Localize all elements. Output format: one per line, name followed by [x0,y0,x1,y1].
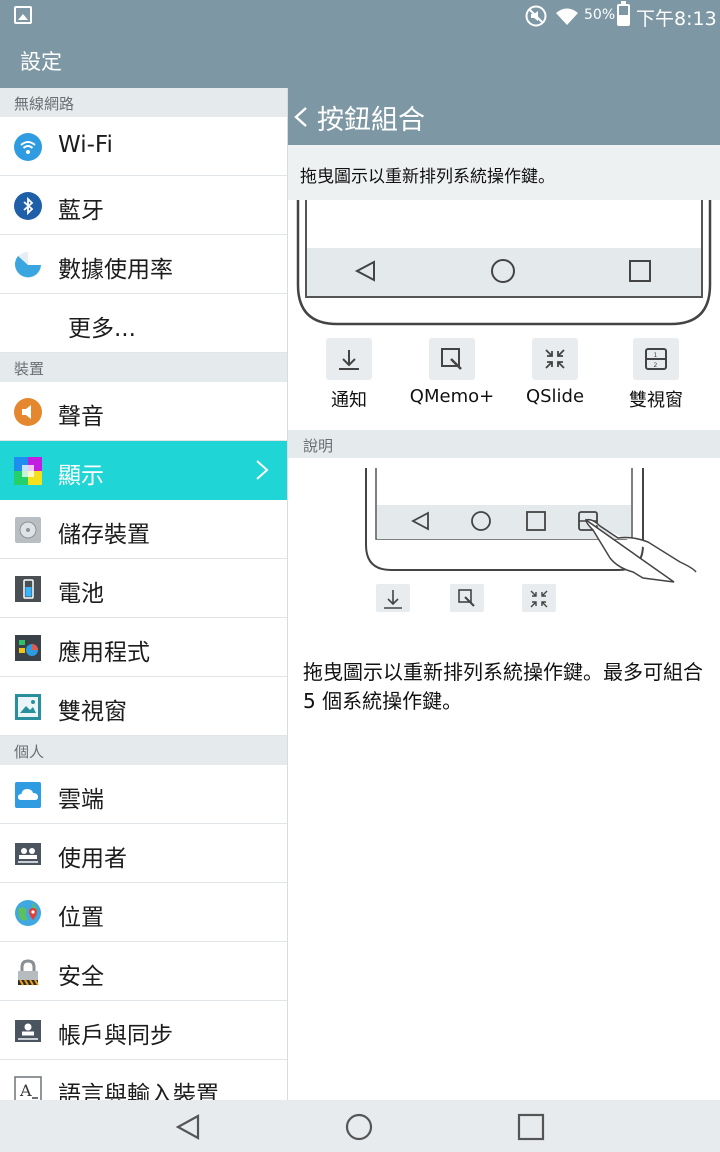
settings-item-sound[interactable]: 聲音 [0,382,287,441]
svg-text:A: A [19,1081,32,1100]
settings-item-language-input[interactable]: A 語言與輸入裝置 [0,1060,287,1100]
settings-item-label: 儲存裝置 [58,522,150,548]
qmemo-tile[interactable] [429,338,475,380]
qslide-icon [545,349,565,369]
wifi-icon [556,8,578,25]
apps-icon [15,635,41,661]
settings-item-dual-window[interactable]: 雙視窗 [0,677,287,736]
button-caption: 雙視窗 [629,390,683,411]
data-usage-icon [15,252,42,278]
settings-item-label: 電池 [58,581,104,607]
settings-item-display[interactable]: 顯示 [0,441,287,500]
settings-item-battery[interactable]: 電池 [0,559,287,618]
settings-item-wifi[interactable]: Wi-Fi [0,117,287,176]
help-description: 拖曳圖示以重新排列系統操作鍵。最多可組合 5 個系統操作鍵。 [303,660,703,713]
settings-item-location[interactable]: 位置 [0,883,287,942]
app-header: 設定 [0,32,720,88]
button-caption: QSlide [525,386,585,407]
settings-item-label: 帳戶與同步 [58,1023,173,1049]
detail-pane: 按鈕組合 拖曳圖示以重新排列系統操作鍵。 通知 QMemo+ QSlide 1 … [288,88,720,1100]
draggable-button-qmemo[interactable]: QMemo+ [407,338,497,416]
battery-icon [617,1,630,26]
settings-item-account-sync[interactable]: 帳戶與同步 [0,1001,287,1060]
settings-item-more[interactable]: 更多... [0,294,287,353]
section-header-wireless: 無線網路 [0,88,287,117]
sound-icon [14,398,42,426]
settings-item-label: 雲端 [58,787,104,813]
display-icon [14,457,42,485]
settings-item-label: 更多... [68,316,136,342]
dual-window-tile[interactable]: 1 2 [633,338,679,380]
users-icon [15,843,41,865]
notification-icon [339,350,359,370]
instruction-text: 拖曳圖示以重新排列系統操作鍵。 [300,167,555,187]
mute-icon [525,5,547,27]
back-chevron-icon[interactable] [294,106,308,128]
svg-text:2: 2 [654,362,658,369]
settings-item-apps[interactable]: 應用程式 [0,618,287,677]
settings-item-cloud[interactable]: 雲端 [0,765,287,824]
app-title: 設定 [20,50,62,74]
section-header-personal: 個人 [0,736,287,765]
cloud-icon [15,782,41,808]
settings-item-label: 位置 [58,905,104,931]
draggable-button-notification[interactable]: 通知 [304,338,394,416]
settings-item-label: 數據使用率 [58,257,173,283]
settings-item-label: 聲音 [58,404,104,430]
account-icon [15,1020,41,1042]
settings-item-security[interactable]: 安全 [0,942,287,1001]
settings-item-users[interactable]: 使用者 [0,824,287,883]
settings-item-label: 語言與輸入裝置 [58,1082,219,1100]
notification-tile[interactable] [326,338,372,380]
settings-item-label: 使用者 [58,846,127,872]
gallery-notification-icon [14,6,32,24]
system-nav-bar [0,1100,720,1152]
home-icon[interactable] [344,1112,374,1142]
settings-item-label: 藍牙 [58,198,104,224]
dual-window-icon: 1 2 [645,348,667,370]
qslide-tile[interactable] [532,338,578,380]
battery-icon [15,576,41,602]
svg-text:1: 1 [654,352,658,359]
settings-item-label: 應用程式 [58,640,150,666]
back-icon[interactable] [174,1112,204,1142]
draggable-button-dual-window[interactable]: 1 2 雙視窗 [611,338,701,416]
chevron-right-icon [256,460,269,480]
location-icon [15,900,41,926]
recents-icon[interactable] [516,1112,546,1142]
battery-percent: 50% [584,7,616,23]
dual-window-icon [15,694,41,720]
button-caption: 通知 [331,390,367,411]
detail-title: 按鈕組合 [317,105,425,136]
settings-item-label: 安全 [58,964,104,990]
settings-item-label: 顯示 [58,463,104,489]
draggable-button-qslide[interactable]: QSlide [510,338,600,416]
settings-item-data-usage[interactable]: 數據使用率 [0,235,287,294]
section-header-device: 裝置 [0,353,287,382]
bluetooth-icon [14,192,42,220]
settings-list[interactable]: 無線網路 Wi-Fi 藍牙 數據使用率 更多... 裝置 聲音 顯示 儲存裝置 … [0,88,288,1100]
detail-header: 按鈕組合 [288,88,720,145]
status-bar: 50% 下午8:13 [0,0,720,32]
settings-item-label: 雙視窗 [58,699,127,725]
settings-item-label: Wi-Fi [58,132,113,158]
storage-icon [15,517,41,543]
button-caption: QMemo+ [409,386,495,407]
settings-item-bluetooth[interactable]: 藍牙 [0,176,287,235]
help-illustration [365,468,697,612]
wifi-icon [14,133,42,161]
settings-item-storage[interactable]: 儲存裝置 [0,500,287,559]
lock-icon [18,959,39,986]
clock: 下午8:13 [636,8,717,30]
qmemo-icon [441,348,462,370]
button-combination-preview[interactable] [288,200,720,326]
help-section-header: 說明 [288,430,720,458]
instruction-bar: 拖曳圖示以重新排列系統操作鍵。 [288,145,720,200]
language-icon: A [14,1076,42,1100]
